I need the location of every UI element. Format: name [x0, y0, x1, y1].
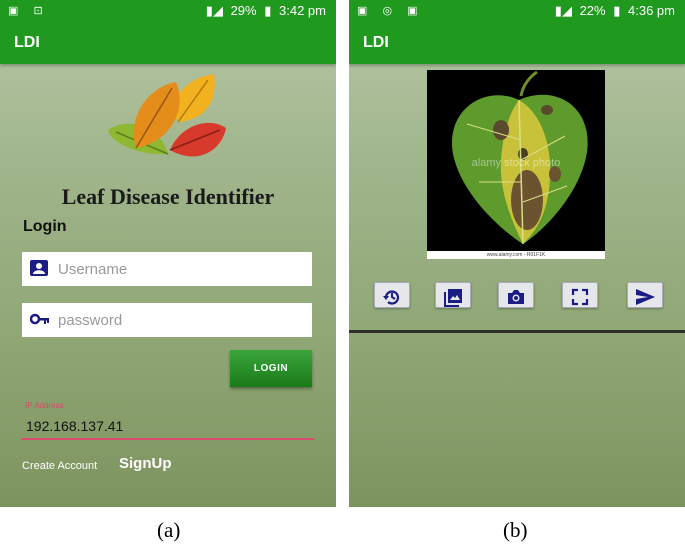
battery-icon: ▮: [264, 3, 272, 18]
camera-button[interactable]: [498, 282, 534, 308]
section-divider: [349, 330, 685, 333]
leaf-photo: alamy stock photo www.alamy.com - R01F1K: [427, 70, 605, 259]
status-bar: ▣ ⊡ ▮◢ 29% ▮ 3:42 pm: [0, 0, 336, 22]
history-button[interactable]: [374, 282, 410, 308]
username-input[interactable]: [58, 252, 303, 286]
notification-icons: ▣ ⊡: [8, 5, 49, 17]
app-bar-title: LDI: [349, 22, 685, 64]
status-time: 4:36 pm: [628, 3, 675, 18]
app-bar-title: LDI: [0, 22, 336, 64]
status-right: ▮◢ 22% ▮ 4:36 pm: [551, 3, 675, 19]
battery-level: 29%: [230, 3, 257, 18]
gallery-icon: [444, 288, 462, 307]
status-bar: ▣ ◎ ▣ ▮◢ 22% ▮ 4:36 pm: [349, 0, 685, 22]
fullscreen-button[interactable]: [562, 282, 598, 308]
signal-icon: ▮◢: [205, 3, 223, 18]
password-field[interactable]: [22, 303, 312, 337]
camera-icon: [508, 289, 524, 304]
ip-address-input[interactable]: [22, 414, 314, 440]
send-button[interactable]: [627, 282, 663, 308]
leaves-logo-icon: [108, 74, 226, 157]
key-icon: [30, 313, 49, 325]
battery-icon: ▮: [613, 3, 621, 18]
login-button[interactable]: LOGIN: [230, 350, 312, 387]
battery-level: 22%: [579, 3, 606, 18]
ip-address-label: IP Address: [25, 401, 64, 410]
identify-screen: ▣ ◎ ▣ ▮◢ 22% ▮ 4:36 pm LDI alamy stock p…: [349, 0, 685, 507]
caption-a: (a): [157, 518, 181, 542]
notification-icons: ▣ ◎ ▣: [357, 5, 424, 17]
create-account-text: Create Account: [22, 460, 98, 472]
status-right: ▮◢ 29% ▮ 3:42 pm: [202, 3, 326, 19]
signup-link[interactable]: SignUp: [119, 455, 172, 472]
gallery-button[interactable]: [435, 282, 471, 308]
photo-footer: www.alamy.com - R01F1K: [427, 251, 605, 259]
person-card-icon: [30, 260, 48, 276]
signal-icon: ▮◢: [554, 3, 572, 18]
app-title: Leaf Disease Identifier: [61, 184, 275, 209]
history-icon: [383, 289, 400, 305]
send-icon: [636, 288, 655, 305]
password-input[interactable]: [58, 303, 303, 337]
fullscreen-icon: [571, 288, 589, 305]
photo-watermark: alamy stock photo: [472, 157, 561, 169]
caption-b: (b): [503, 518, 528, 542]
username-field[interactable]: [22, 252, 312, 286]
login-screen: ▣ ⊡ ▮◢ 29% ▮ 3:42 pm LDI Leaf Disease Id…: [0, 0, 336, 507]
diseased-leaf-image: alamy stock photo: [451, 70, 588, 245]
login-heading: Login: [23, 218, 67, 235]
status-time: 3:42 pm: [279, 3, 326, 18]
